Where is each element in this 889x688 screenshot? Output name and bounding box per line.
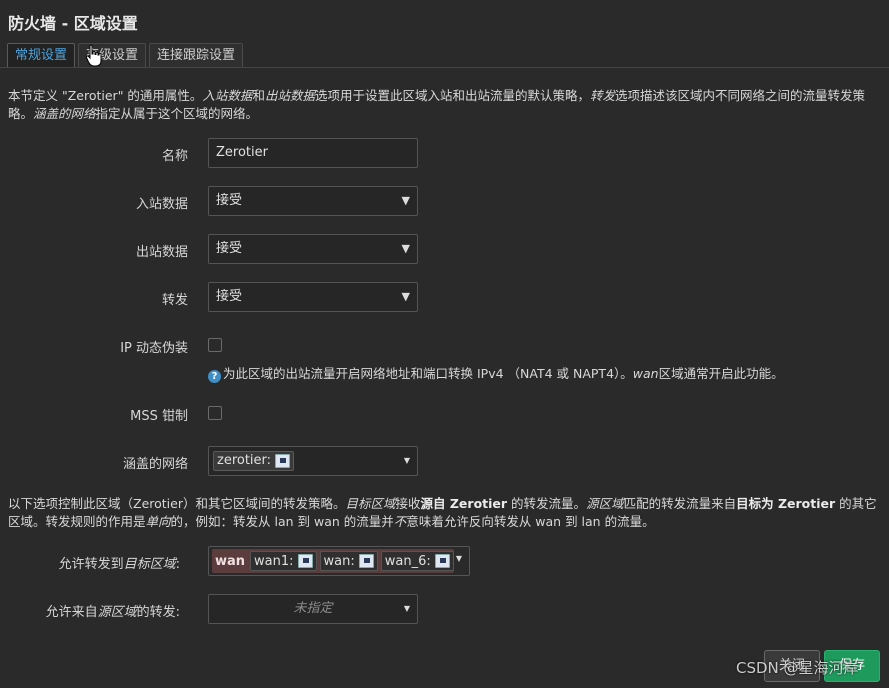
- network-interface-icon: [297, 554, 313, 568]
- allow-forward-to-select[interactable]: wan wan1: wan: wan_6: ▼: [208, 546, 470, 576]
- allow-forward-from-label: 允许来自源区域的转发:: [45, 605, 180, 620]
- chevron-down-icon: ▼: [401, 242, 410, 255]
- network-interface-icon: [434, 554, 450, 568]
- chevron-down-icon: ▼: [403, 604, 410, 613]
- allow-forward-to-label: 允许转发到目标区域:: [58, 557, 180, 572]
- dest-zone-name: wan: [215, 553, 246, 569]
- allow-forward-from-select[interactable]: 未指定 ▼: [208, 594, 418, 624]
- input-policy-value: 接受: [216, 193, 243, 208]
- forward-policy-label: 转发: [161, 293, 188, 308]
- tab-general-settings[interactable]: 常规设置: [7, 43, 76, 68]
- dest-network-chip[interactable]: wan:: [319, 551, 378, 571]
- dest-network-chip[interactable]: wan1:: [250, 551, 317, 571]
- mss-clamping-label: MSS 钳制: [130, 409, 188, 424]
- input-policy-label: 入站数据: [135, 197, 188, 212]
- covered-networks-select[interactable]: zerotier: ▼: [208, 446, 418, 476]
- output-policy-label: 出站数据: [135, 245, 188, 260]
- network-interface-icon: [275, 454, 291, 468]
- chevron-down-icon: ▼: [403, 456, 410, 465]
- network-chip-zerotier[interactable]: zerotier:: [213, 451, 295, 471]
- tab-conntrack-settings[interactable]: 连接跟踪设置: [149, 43, 244, 68]
- masquerading-checkbox[interactable]: [208, 338, 222, 352]
- page-title: 防火墙 - 区域设置: [8, 14, 138, 33]
- help-icon: ?: [208, 370, 221, 383]
- chevron-down-icon: ▼: [401, 194, 410, 207]
- forward-policy-value: 接受: [216, 289, 243, 304]
- forward-policy-select[interactable]: 接受 ▼: [208, 282, 418, 312]
- input-policy-select[interactable]: 接受 ▼: [208, 186, 418, 216]
- zone-general-description: 本节定义 "Zerotier" 的通用属性。入站数据和出站数据选项用于设置此区域…: [8, 88, 866, 121]
- csdn-watermark: CSDN @星海河岸: [736, 659, 859, 677]
- forwarding-description: 以下选项控制此区域（Zerotier）和其它区域间的转发策略。目标区域接收源自 …: [8, 496, 877, 529]
- output-policy-select[interactable]: 接受 ▼: [208, 234, 418, 264]
- hand-cursor-icon: [85, 44, 102, 67]
- covered-networks-label: 涵盖的网络: [122, 457, 188, 472]
- forward-from-placeholder: 未指定: [293, 601, 333, 616]
- tab-divider: [0, 67, 889, 68]
- dest-network-chip[interactable]: wan_6:: [380, 551, 454, 571]
- mss-clamping-checkbox[interactable]: [208, 406, 222, 420]
- masquerading-label: IP 动态伪装: [120, 341, 188, 356]
- masquerading-help: ? 为此区域的出站流量开启网络地址和端口转换 IPv4 （NAT4 或 NAPT4…: [208, 363, 784, 383]
- network-interface-icon: [358, 554, 374, 568]
- tab-bar: 常规设置 高级设置 连接跟踪设置: [7, 43, 244, 68]
- name-label: 名称: [161, 149, 188, 164]
- chevron-down-icon: ▼: [455, 554, 462, 563]
- output-policy-value: 接受: [216, 241, 243, 256]
- dest-zone-badge: wan wan1: wan: wan_6:: [212, 549, 454, 573]
- chevron-down-icon: ▼: [401, 290, 410, 303]
- name-input[interactable]: Zerotier: [208, 138, 418, 168]
